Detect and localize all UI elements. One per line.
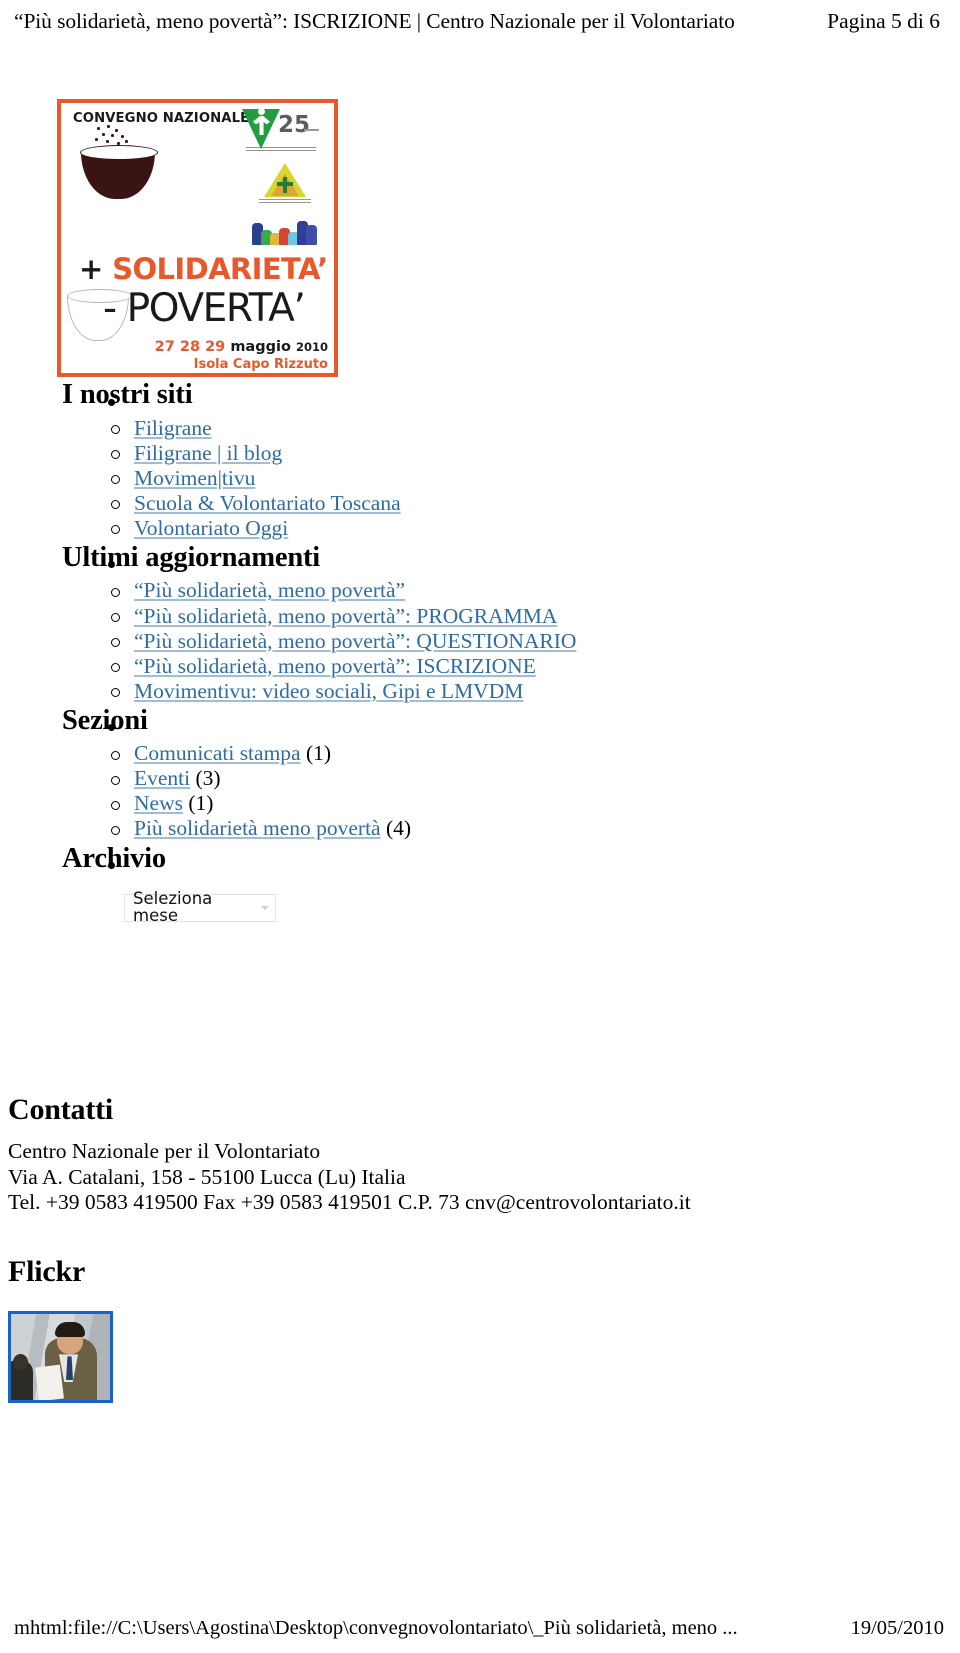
widget-title: Sezioni (62, 704, 960, 738)
v25-logo-icon: 25 (242, 107, 320, 155)
widget-links-list: Comunicati stampa (1) Eventi (3) News (1… (62, 741, 960, 841)
poster-kicker-text: CONVEGNO NAZIONALE (73, 111, 250, 126)
poster-date: 27 28 29 maggio 2010 (155, 339, 328, 355)
update-link-iscrizione[interactable]: “Più solidarietà, meno povertà”: ISCRIZI… (134, 654, 536, 678)
poster-plus-sign: + (79, 252, 103, 286)
list-item[interactable]: “Più solidarietà, meno povertà”: ISCRIZI… (108, 654, 960, 679)
widget-title: I nostri siti (62, 378, 960, 412)
archive-select-value: Seleziona mese (133, 889, 213, 925)
section-count: (1) (300, 741, 332, 766)
full-bowl-icon (80, 145, 158, 199)
page-indicator: Pagina 5 di 6 (827, 9, 940, 33)
archive-month-select[interactable]: Seleziona mese (124, 889, 276, 925)
list-item[interactable]: Volontariato Oggi (108, 516, 960, 541)
flickr-photo-thumbnail[interactable] (8, 1311, 113, 1404)
section-count: (4) (380, 816, 412, 841)
list-item[interactable]: News (1) (108, 791, 960, 816)
photo-person-papers (35, 1364, 64, 1401)
list-item[interactable]: Comunicati stampa (1) (108, 741, 960, 766)
list-item[interactable]: Eventi (3) (108, 766, 960, 791)
contact-line-phone-email: Tel. +39 0583 419500 Fax +39 0583 419501… (8, 1189, 691, 1214)
poster-date-days: 27 28 29 (154, 339, 226, 355)
poster-date-year: 2010 (295, 340, 328, 354)
widget-title: Ultimi aggiornamenti (62, 541, 960, 575)
poster-poverta-line: - POVERTA’ (103, 286, 306, 331)
widget-ultimi-aggiornamenti: Ultimi aggiornamenti “Più solidarietà, m… (0, 541, 960, 704)
poster-inner: CONVEGNO NAZIONALE 25 + SOLIDARIETA’ - P… (61, 103, 334, 373)
section-link-piu-solidarieta-meno-poverta[interactable]: Più solidarietà meno povertà (134, 816, 381, 840)
section-count: (1) (182, 791, 214, 816)
footer-file-path: mhtml:file://C:\Users\Agostina\Desktop\c… (14, 1617, 738, 1640)
widget-title: Archivio (62, 842, 960, 876)
list-item[interactable]: Scuola & Volontariato Toscana (108, 491, 960, 516)
archive-select-wrap: Seleziona mese (62, 889, 960, 925)
site-link-filigrane[interactable]: Filigrane (134, 416, 212, 440)
list-item[interactable]: Filigrane | il blog (108, 441, 960, 466)
chevron-down-icon (261, 905, 269, 910)
list-item[interactable]: “Più solidarietà, meno povertà”: PROGRAM… (108, 604, 960, 629)
section-link-news[interactable]: News (134, 791, 183, 815)
list-item[interactable]: “Più solidarietà, meno povertà”: QUESTIO… (108, 629, 960, 654)
poster-solidarieta-text: SOLIDARIETA’ (112, 252, 328, 286)
poster-solidarieta-line: + SOLIDARIETA’ (79, 255, 328, 284)
convegno-poster-image[interactable]: CONVEGNO NAZIONALE 25 + SOLIDARIETA’ - P… (57, 99, 338, 377)
list-item[interactable]: “Più solidarietà, meno povertà” (108, 578, 960, 603)
update-link-movimentivu-video[interactable]: Movimentivu: video sociali, Gipi e LMVDM (134, 679, 523, 703)
photo-person-hair (55, 1322, 85, 1338)
triangle-cross-logo-icon (258, 163, 312, 207)
flickr-heading: Flickr (8, 1255, 86, 1288)
page-footer: mhtml:file://C:\Users\Agostina\Desktop\c… (14, 1616, 946, 1641)
widget-sezioni: Sezioni Comunicati stampa (1) Eventi (3)… (0, 704, 960, 842)
poster-date-month: maggio (230, 339, 291, 355)
contact-line-address: Via A. Catalani, 158 - 55100 Lucca (Lu) … (8, 1164, 406, 1189)
contatti-heading: Contatti (8, 1093, 114, 1126)
page-header: “Più solidarietà, meno povertà”: ISCRIZI… (14, 8, 946, 42)
widget-archivio: Archivio Seleziona mese (0, 842, 960, 925)
site-link-volontariato-oggi[interactable]: Volontariato Oggi (134, 516, 288, 540)
poster-place: Isola Capo Rizzuto (193, 357, 328, 372)
footer-date: 19/05/2010 (850, 1617, 944, 1640)
update-link-questionario[interactable]: “Più solidarietà, meno povertà”: QUESTIO… (134, 629, 576, 653)
contact-line-org: Centro Nazionale per il Volontariato (8, 1139, 321, 1164)
site-link-movimentivu[interactable]: Movimen|tivu (134, 466, 255, 490)
update-link-piu-solidarieta[interactable]: “Più solidarietà, meno povertà” (134, 578, 405, 602)
hands-logo-icon (252, 217, 318, 245)
section-link-comunicati-stampa[interactable]: Comunicati stampa (134, 741, 301, 765)
section-count: (3) (190, 766, 221, 791)
contatti-section: Contatti Centro Nazionale per il Volonta… (8, 1092, 948, 1215)
list-item[interactable]: Movimentivu: video sociali, Gipi e LMVDM (108, 679, 960, 704)
widget-list: I nostri siti Filigrane Filigrane | il b… (0, 378, 960, 925)
site-link-filigrane-blog[interactable]: Filigrane | il blog (134, 441, 282, 465)
list-item[interactable]: Più solidarietà meno povertà (4) (108, 816, 960, 841)
widget-links-list: “Più solidarietà, meno povertà” “Più sol… (62, 578, 960, 703)
update-link-programma[interactable]: “Più solidarietà, meno povertà”: PROGRAM… (134, 604, 557, 628)
widget-i-nostri-siti: I nostri siti Filigrane Filigrane | il b… (0, 378, 960, 541)
list-item[interactable]: Filigrane (108, 416, 960, 441)
page-header-title: “Più solidarietà, meno povertà”: ISCRIZI… (14, 9, 735, 33)
widget-links-list: Filigrane Filigrane | il blog Movimen|ti… (62, 416, 960, 541)
flickr-section: Flickr (8, 1254, 948, 1404)
sidebar-widgets: I nostri siti Filigrane Filigrane | il b… (0, 378, 960, 925)
list-item[interactable]: Movimen|tivu (108, 466, 960, 491)
section-link-eventi[interactable]: Eventi (134, 766, 190, 790)
site-link-scuola-volontariato-toscana[interactable]: Scuola & Volontariato Toscana (134, 491, 401, 515)
